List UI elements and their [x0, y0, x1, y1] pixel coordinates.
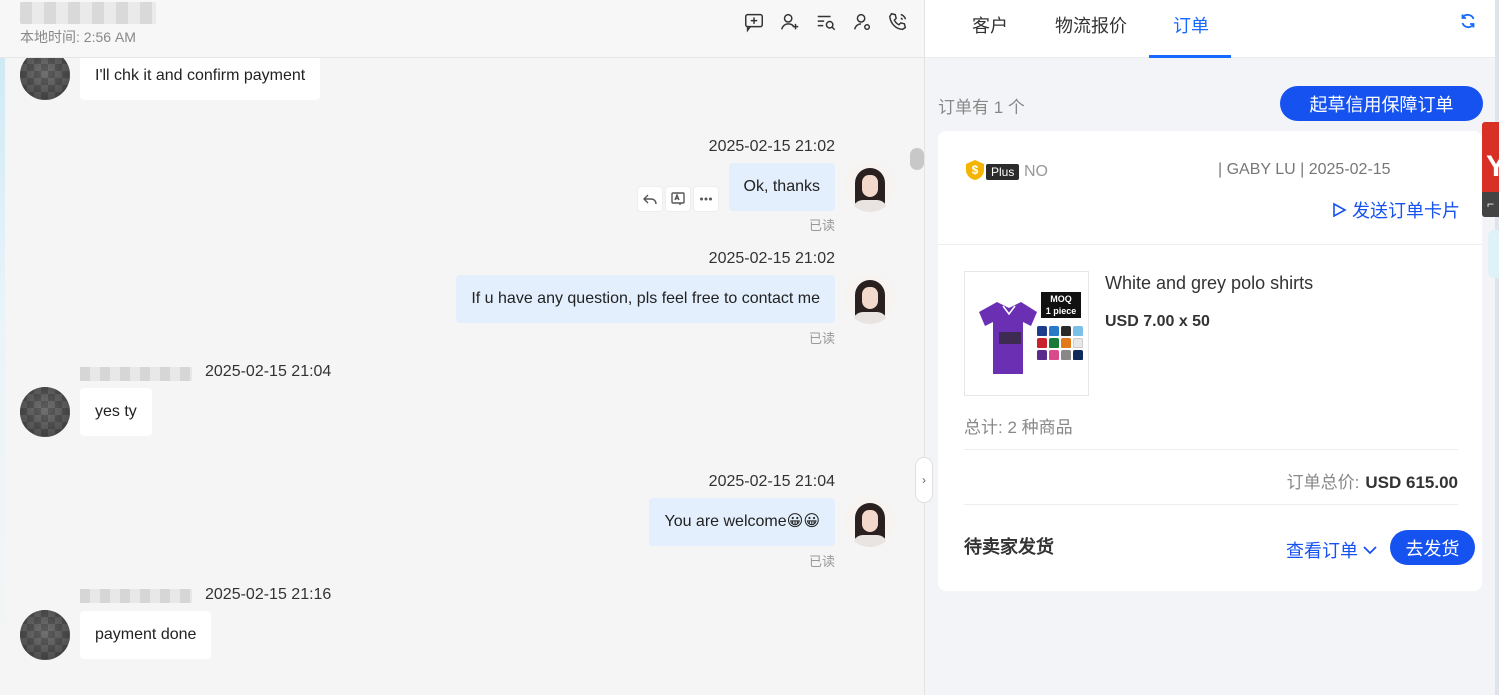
message-timestamp: 2025-02-15 21:04: [708, 473, 835, 490]
sender-name-redacted: [80, 589, 192, 603]
add-contact-icon[interactable]: [778, 10, 802, 34]
chevron-down-icon: [1363, 546, 1377, 555]
floating-assistant-tab[interactable]: [1488, 230, 1499, 278]
polo-shirt-image: [979, 302, 1037, 374]
message-list: I'll chk it and confirm payment 2025-02-…: [0, 58, 910, 695]
read-status: 已读: [808, 218, 835, 233]
buyer-avatar[interactable]: [20, 387, 70, 437]
order-total-label: 订单总价:: [1286, 473, 1360, 492]
message-bubble-outgoing: If u have any question, pls feel free to…: [456, 275, 835, 323]
product-price: USD 7.00 x 50: [1105, 313, 1210, 330]
divider: [938, 244, 1482, 245]
seller-avatar[interactable]: [845, 162, 895, 212]
call-icon[interactable]: [886, 10, 910, 34]
seller-avatar[interactable]: [845, 274, 895, 324]
order-meta: | GABY LU | 2025-02-15: [1218, 161, 1391, 178]
refresh-icon[interactable]: [1459, 12, 1477, 30]
panel-tabs: 客户 物流报价 订单: [925, 0, 1495, 58]
send-order-card-label: 发送订单卡片: [1352, 201, 1460, 221]
widget-logo-icon: Y: [1486, 150, 1499, 183]
order-number: NO: [1024, 163, 1048, 180]
read-status: 已读: [808, 554, 835, 569]
divider: [964, 449, 1458, 450]
chat-toolbar: [742, 10, 910, 34]
message-bubble-outgoing: Ok, thanks: [728, 163, 835, 211]
draft-trade-assurance-order-button[interactable]: 起草信用保障订单: [1280, 86, 1483, 121]
tab-orders[interactable]: 订单: [1173, 12, 1209, 52]
tab-logistics-quote[interactable]: 物流报价: [1055, 12, 1127, 52]
panel-collapse-toggle[interactable]: ›: [915, 457, 933, 503]
product-image[interactable]: MOQ 1 piece: [964, 271, 1089, 396]
order-total-value: USD 615.00: [1365, 473, 1458, 492]
chat-header: 本地时间: 2:56 AM: [0, 0, 924, 58]
order-count: 订单有 1 个: [938, 98, 1025, 117]
local-time: 本地时间: 2:56 AM: [20, 29, 136, 45]
contact-name-redacted: [20, 2, 156, 24]
order-status: 待卖家发货: [964, 537, 1054, 557]
reply-icon[interactable]: [637, 186, 663, 212]
search-records-icon[interactable]: [814, 10, 838, 34]
send-icon: [1333, 202, 1347, 218]
view-order-label: 查看订单: [1286, 541, 1358, 561]
moq-label: MOQ 1 piece: [1041, 292, 1081, 318]
buyer-avatar[interactable]: [20, 58, 70, 100]
translate-icon[interactable]: [665, 186, 691, 212]
total-items: 总计: 2 种商品: [964, 418, 1073, 437]
buyer-avatar[interactable]: [20, 610, 70, 660]
chat-scrollbar-thumb[interactable]: [910, 148, 924, 170]
order-total: 订单总价: USD 615.00: [1287, 468, 1458, 493]
seller-avatar[interactable]: [845, 497, 895, 547]
add-note-icon[interactable]: [742, 10, 766, 34]
message-actions: [637, 186, 719, 212]
divider: [964, 504, 1458, 505]
chat-pane: 本地时间: 2:56 AM I'll chk it and confirm pa…: [0, 0, 924, 695]
more-icon[interactable]: [693, 186, 719, 212]
read-status: 已读: [808, 331, 835, 346]
view-order-button[interactable]: 查看订单: [1286, 537, 1378, 563]
message-timestamp: 2025-02-15 21:02: [708, 138, 835, 155]
side-widget-tab[interactable]: Y ⌐: [1482, 122, 1499, 217]
product-name[interactable]: White and grey polo shirts: [1105, 273, 1313, 294]
message-timestamp: 2025-02-15 21:04: [205, 363, 332, 380]
active-tab-indicator: [1149, 55, 1231, 58]
send-order-card-button[interactable]: 发送订单卡片: [1330, 197, 1460, 223]
side-panel: 客户 物流报价 订单 订单有 1 个 起草信用保障订单 $ Plus NO | …: [925, 0, 1495, 695]
order-card: $ Plus NO | GABY LU | 2025-02-15 发送订单卡片 …: [938, 131, 1482, 591]
tab-customer[interactable]: 客户: [972, 12, 1008, 52]
color-variants: [1037, 326, 1083, 360]
widget-tool-icon: ⌐: [1482, 192, 1499, 217]
gold-supplier-icon: $: [964, 159, 986, 181]
message-bubble-incoming: yes ty: [80, 388, 152, 436]
plus-badge: Plus: [986, 164, 1020, 180]
svg-text:$: $: [972, 163, 979, 177]
sender-name-redacted: [80, 367, 192, 381]
message-bubble-outgoing: You are welcome😀😀: [649, 498, 835, 546]
message-timestamp: 2025-02-15 21:16: [205, 586, 332, 603]
window-edge: [1495, 0, 1499, 695]
ship-order-button[interactable]: 去发货: [1390, 530, 1475, 565]
message-bubble-incoming: payment done: [80, 611, 212, 659]
message-timestamp: 2025-02-15 21:02: [708, 250, 835, 267]
message-bubble-incoming: I'll chk it and confirm payment: [80, 58, 321, 100]
contact-settings-icon[interactable]: [850, 10, 874, 34]
